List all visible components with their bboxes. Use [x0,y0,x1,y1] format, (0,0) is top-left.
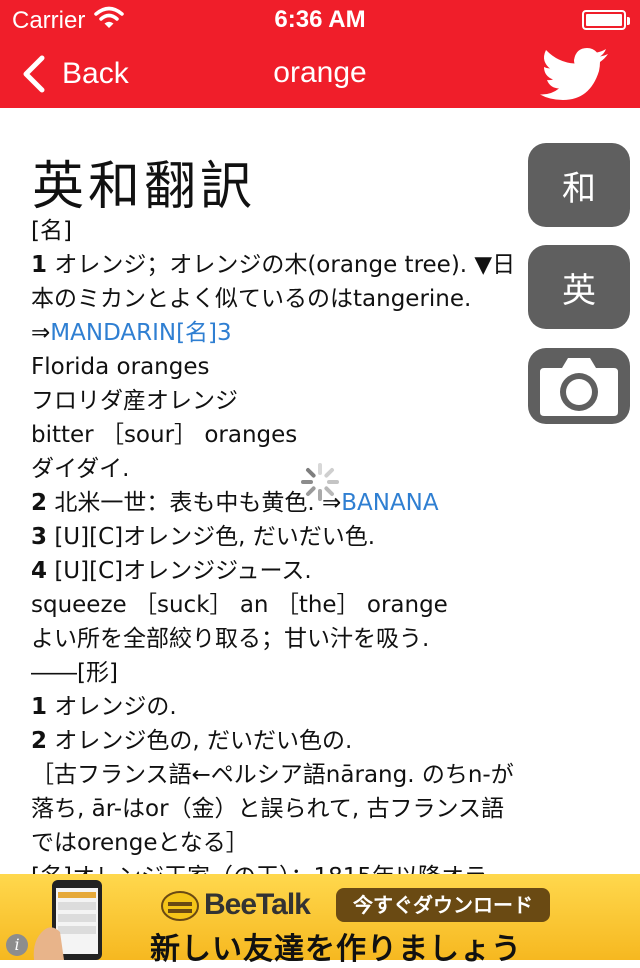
section-heading: 英和翻訳 [32,157,257,217]
entry-text: オレンジの. [47,694,177,720]
entry-text: ［古フランス語←ペルシア語nārang. のちn-が [31,762,514,788]
entry-text: 本のミカンとよく似ているのはtangerine. [31,286,472,312]
sense-number: 2 [31,728,48,754]
entry-line: ⇒MANDARIN[名]3 [31,316,611,350]
entry-line: Florida oranges [31,350,611,384]
entry-line: 1 オレンジ；オレンジの木(orange tree). ▼日 [31,248,611,282]
entry-text: フロリダ産オレンジ [31,388,238,414]
japanese-button[interactable]: 和 [528,143,630,227]
entry-line: 本のミカンとよく似ているのはtangerine. [31,282,611,316]
entry-line: フロリダ産オレンジ [31,384,611,418]
status-bar: Carrier 6:36 AM [0,0,640,40]
entry-text: [名] [31,218,72,244]
entry-line: bitter ［sour］ oranges [31,418,611,452]
dictionary-entry: [名] 1 オレンジ；オレンジの木(orange tree). ▼日本のミカンとよ… [31,214,611,874]
cross-reference-link[interactable]: MANDARIN[名]3 [50,320,231,346]
ad-brand: BeeTalk [204,888,311,921]
entry-line: squeeze ［suck］ an ［the］ orange [31,588,611,622]
entry-line: 1 オレンジの. [31,690,611,724]
entry-text: ――[形] [31,660,118,686]
camera-button[interactable] [528,348,630,424]
english-button-label: 英 [562,270,596,311]
entry-line: 2 オレンジ色の, だいだい色の. [31,724,611,758]
entry-text: [名]オレンジ王家（の王）：1815年以降オラ [31,864,487,874]
ad-tagline: 新しい友達を作りましょう [150,932,522,967]
entry-text: squeeze ［suck］ an ［the］ orange [31,592,448,618]
header: Carrier 6:36 AM Back orange [0,0,640,108]
sense-number: 1 [31,694,48,720]
entry-text: オレンジ色の, だいだい色の. [47,728,353,754]
camera-icon [540,358,618,416]
entry-line: ――[形] [31,656,611,690]
english-button[interactable]: 英 [528,245,630,329]
entry-text: 北米一世：表も中も黄色. ⇒ [47,490,342,516]
info-icon[interactable]: i [6,934,28,956]
entry-text: Florida oranges [31,354,210,380]
sense-number: 1 [31,252,48,278]
cross-reference-link[interactable]: BANANA [341,490,438,516]
ad-phone-image [33,880,102,960]
entry-text: 落ち, ār-はor（金）と誤られて, 古フランス語 [31,796,505,822]
loading-spinner-icon [301,463,339,501]
entry-line: [名]オレンジ王家（の王）：1815年以降オラ [31,860,611,874]
ad-banner[interactable]: i BeeTalk 今すぐダウンロード 新しい友達を作りましょう [0,874,640,967]
sense-number: 3 [31,524,48,550]
twitter-bird-icon[interactable] [538,48,610,100]
entry-text: bitter ［sour］ oranges [31,422,298,448]
nav-bar: Back orange [0,40,640,108]
sense-number: 2 [31,490,48,516]
entry-line: ［古フランス語←ペルシア語nārang. のちn-が [31,758,611,792]
status-time: 6:36 AM [274,6,366,33]
entry-text: オレンジ；オレンジの木(orange tree). ▼日 [47,252,516,278]
entry-line: ではorengeとなる］ [31,826,611,860]
battery-icon [582,10,630,30]
entry-line: 落ち, ār-はor（金）と誤られて, 古フランス語 [31,792,611,826]
entry-line: よい所を全部絞り取る；甘い汁を吸う. [31,622,611,656]
entry-text: ⇒ [31,320,51,346]
entry-line: 4 [U][C]オレンジジュース. [31,554,611,588]
entry-text: よい所を全部絞り取る；甘い汁を吸う. [31,626,430,652]
entry-text: [U][C]オレンジジュース. [47,558,312,584]
entry-line: [名] [31,214,611,248]
entry-line: 3 [U][C]オレンジ色, だいだい色. [31,520,611,554]
sense-number: 4 [31,558,48,584]
ad-download-button[interactable]: 今すぐダウンロード [336,888,550,922]
entry-text: ではorengeとなる］ [31,830,249,856]
entry-text: ダイダイ. [31,456,130,482]
entry-text: [U][C]オレンジ色, だいだい色. [47,524,376,550]
japanese-button-label: 和 [562,168,596,209]
bee-logo-icon [161,891,199,921]
